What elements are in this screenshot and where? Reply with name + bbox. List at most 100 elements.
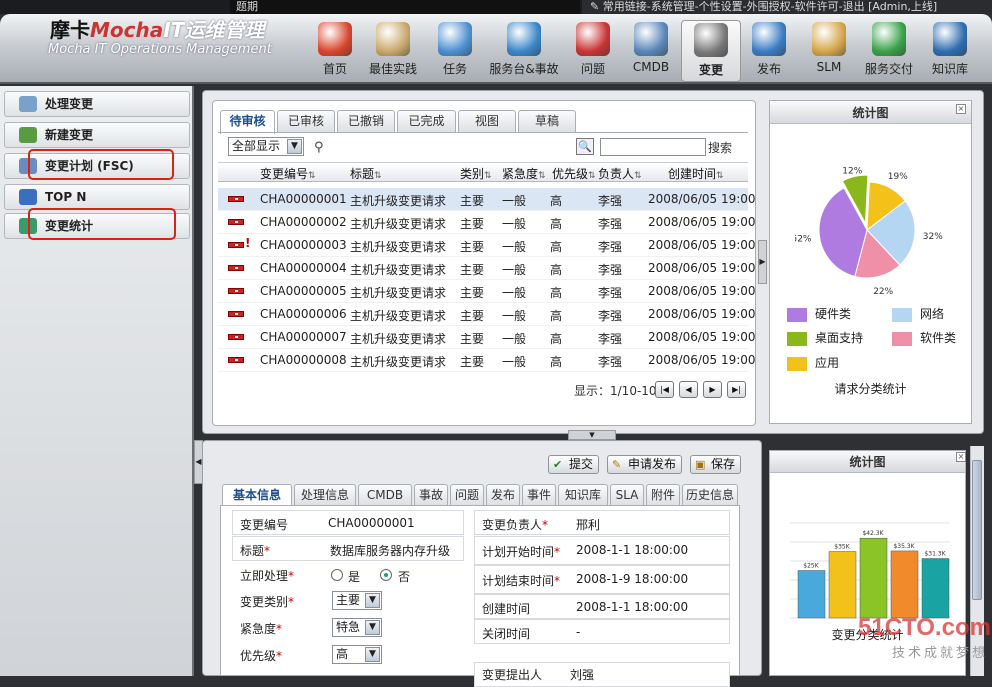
nav-item-delivery[interactable]: 服务交付 [859,20,919,82]
collapse-mid-handle[interactable]: ▼ [568,430,616,440]
nav-item-mocha-itil[interactable]: 最佳实践 [363,20,423,82]
nav-item-cmdb[interactable]: CMDB [621,20,681,82]
cell-owner: 李强 [598,263,623,277]
detail-tab-7[interactable]: 事件 [522,484,556,505]
apply-release-button[interactable]: ✎ 申请发布 [607,455,683,474]
field-label: 关闭时间 [482,627,531,641]
column-header[interactable]: 负责人⇅ [598,165,642,182]
nav-item-question[interactable]: 问题 [563,20,623,82]
sort-icon[interactable]: ⇅ [588,171,596,181]
last-page-button[interactable]: ▶| [727,381,746,398]
table-row[interactable]: CHA00000004 主机升级变更请求 主要 一般 高 李强 2008/06/05 19:… [218,257,756,280]
cell-id[interactable]: CHA00000004 [260,261,347,275]
detail-tab-6[interactable]: 发布 [486,484,520,505]
plan-start-value[interactable]: 2008-1-1 18:00:00 [576,543,688,557]
nav-item-slm[interactable]: SLM [799,20,859,82]
detail-tab-2[interactable]: 处理信息 [294,484,356,505]
detail-tab-5[interactable]: 问题 [450,484,484,505]
cell-title: 主机升级变更请求 [350,332,447,346]
tab-1[interactable]: 待审核 [220,110,275,134]
tab-3[interactable]: 已撤销 [337,110,395,132]
close-icon[interactable]: × [956,104,966,114]
column-header[interactable]: 创建时间⇅ [668,165,724,182]
filter-select[interactable]: 全部显示 ▼ [228,137,304,156]
cell-id[interactable]: CHA00000008 [260,353,347,367]
search-icon[interactable]: 🔍 [576,138,594,155]
cell-id[interactable]: CHA00000001 [260,192,347,206]
detail-tab-9[interactable]: SLA [610,484,644,505]
radio-no[interactable] [380,569,392,581]
sort-icon[interactable]: ⇅ [538,171,546,181]
sidebar-item-search-change[interactable]: 处理变更 [4,91,190,117]
sort-icon[interactable]: ⇅ [374,171,382,181]
nav-item-change[interactable]: 变更 [681,20,741,82]
plan-end-value[interactable]: 2008-1-9 18:00:00 [576,572,688,586]
next-page-button[interactable]: ▶ [703,381,722,398]
filter-funnel-icon[interactable]: ⚲ [314,140,324,155]
cell-category: 主要 [460,217,485,231]
nav-item-home[interactable]: 首页 [305,20,365,82]
top-links[interactable]: 常用链接-系统管理-个性设置-外围授权-软件许可-退出 [603,0,865,13]
column-header[interactable]: 变更编号⇅ [260,165,316,182]
cell-id[interactable]: CHA00000002 [260,215,347,229]
sort-icon[interactable]: ⇅ [484,171,492,181]
sidebar-item-label: 处理变更 [45,97,94,111]
change-type-select[interactable]: 主要 ▼ [332,591,382,610]
nav-item-service-desk[interactable]: 服务台&事故 [489,20,559,82]
table-row[interactable]: CHA00000005 主机升级变更请求 主要 一般 高 李强 2008/06/05 19:… [218,280,756,303]
nav-item-release[interactable]: 发布 [739,20,799,82]
tab-6[interactable]: 草稿 [518,110,576,132]
table-row[interactable]: CHA00000006 主机升级变更请求 主要 一般 高 李强 2008/06/05 19:… [218,303,756,326]
detail-tab-11[interactable]: 历史信息 [682,484,738,505]
sort-icon[interactable]: ⇅ [716,171,724,181]
table-row[interactable]: ! CHA00000003 主机升级变更请求 主要 一般 高 李强 2008/06/05 19… [218,234,756,257]
nav-item-knowledge[interactable]: 知识库 [920,20,980,82]
detail-tab-10[interactable]: 附件 [646,484,680,505]
table-row[interactable]: CHA00000007 主机升级变更请求 主要 一般 高 李强 2008/06/05 19:… [218,326,756,349]
tab-5[interactable]: 视图 [458,110,516,132]
priority-select[interactable]: 高 ▼ [332,645,382,664]
urgency-select[interactable]: 特急 ▼ [332,618,382,637]
detail-tab-4[interactable]: 事故 [414,484,448,505]
radio-yes[interactable] [331,569,343,581]
title-field[interactable]: 数据库服务器内存升级 [330,542,450,559]
table-row[interactable]: CHA00000001 主机升级变更请求 主要 一般 高 李强 2008/06/05 19:… [218,188,756,211]
chevron-down-icon[interactable]: ▼ [365,620,380,635]
nav-item-label: 首页 [322,62,347,76]
search-button[interactable]: 搜索 [708,139,732,156]
tab-2[interactable]: 已审核 [277,110,335,132]
column-header[interactable]: 标题⇅ [350,165,382,182]
detail-tab-8[interactable]: 知识库 [558,484,608,505]
prev-page-button[interactable]: ◀ [679,381,698,398]
search-input[interactable] [600,138,706,156]
cell-id[interactable]: CHA00000007 [260,330,347,344]
close-icon[interactable]: × [956,452,966,462]
tab-4[interactable]: 已完成 [397,110,456,132]
cell-id[interactable]: CHA00000003 [260,238,347,252]
chevron-down-icon[interactable]: ▼ [365,647,380,662]
knowledge-icon [933,22,967,56]
nav-item-task[interactable]: 任务 [425,20,485,82]
submit-button[interactable]: ✔ 提交 [548,455,600,474]
cell-id[interactable]: CHA00000006 [260,307,347,321]
sort-icon[interactable]: ⇅ [634,171,642,181]
scrollbar-thumb[interactable] [972,460,982,600]
pie-label: 12% [842,167,862,177]
sidebar-item-new-change[interactable]: 新建变更 [4,122,190,148]
chevron-down-icon[interactable]: ▼ [287,139,302,154]
column-header[interactable]: 紧急度⇅ [502,165,546,182]
top-right-links[interactable]: ✎ 常用链接-系统管理-个性设置-外围授权-软件许可-退出 [Admin,上线] [582,0,992,14]
detail-tab-1[interactable]: 基本信息 [222,484,292,505]
first-page-button[interactable]: |◀ [655,381,674,398]
column-header[interactable]: 优先级⇅ [552,165,596,182]
cell-id[interactable]: CHA00000005 [260,284,347,298]
collapse-right-handle[interactable]: ▶ [758,240,767,284]
sort-icon[interactable]: ⇅ [308,171,316,181]
table-row[interactable]: CHA00000002 主机升级变更请求 主要 一般 高 李强 2008/06/05 19:… [218,211,756,234]
detail-tab-3[interactable]: CMDB [358,484,412,505]
save-button[interactable]: ▣ 保存 [690,455,742,474]
table-row[interactable]: CHA00000008 主机升级变更请求 主要 一般 高 李强 2008/06/05 19:… [218,349,756,372]
column-header[interactable]: 类别⇅ [460,165,492,182]
chevron-down-icon[interactable]: ▼ [365,593,380,608]
sidebar-item-top-n[interactable]: TOP N [4,184,190,210]
